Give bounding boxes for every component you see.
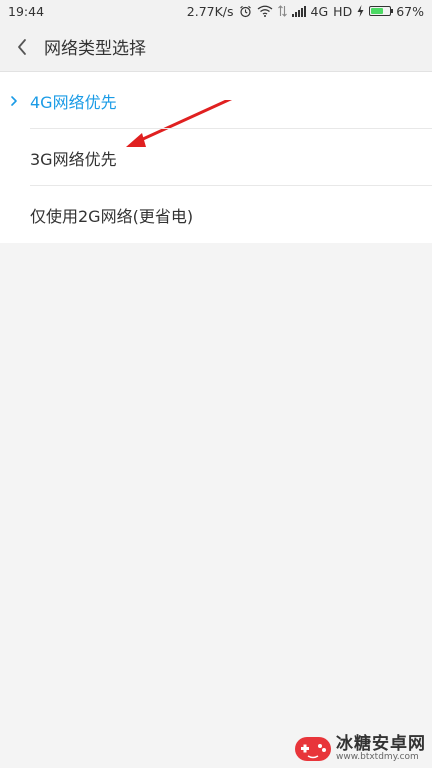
data-transfer-icon <box>277 5 287 17</box>
alarm-icon <box>239 5 251 17</box>
option-3g-preferred[interactable]: 3G网络优先 <box>0 129 432 186</box>
battery-icon <box>369 6 394 16</box>
network-type: 4G <box>310 3 329 19</box>
watermark-url: www.btxtdmy.com <box>336 752 419 763</box>
battery-percent: 67% <box>396 3 424 19</box>
wifi-icon <box>257 5 272 17</box>
option-label: 仅使用2G网络(更省电) <box>30 206 194 226</box>
signal-icon <box>291 5 306 17</box>
selected-chevron-icon <box>11 95 17 106</box>
page-title: 网络类型选择 <box>44 39 146 59</box>
status-time: 19:44 <box>8 3 45 19</box>
status-icons: 2.77K/s 4G HD 67% <box>187 4 424 19</box>
watermark-title: 冰糖安卓网 <box>336 733 426 754</box>
status-bar: 19:44 2.77K/s 4G HD 67% <box>0 0 432 22</box>
gamepad-logo-icon <box>295 737 331 761</box>
hd-indicator: HD <box>333 3 353 19</box>
option-label: 3G网络优先 <box>30 149 117 169</box>
network-speed: 2.77K/s <box>186 3 234 19</box>
watermark: 冰糖安卓网 www.btxtdmy.com <box>294 734 426 764</box>
option-2g-only[interactable]: 仅使用2G网络(更省电) <box>0 186 432 243</box>
back-button[interactable] <box>0 22 44 72</box>
option-label: 4G网络优先 <box>30 92 117 112</box>
battery-fill <box>371 8 384 14</box>
option-4g-preferred[interactable]: 4G网络优先 <box>0 72 432 147</box>
title-bar: 网络类型选择 <box>0 22 432 72</box>
network-type-list: 4G网络优先 3G网络优先 仅使用2G网络(更省电) <box>0 72 432 243</box>
chevron-left-icon <box>18 38 26 55</box>
charging-icon <box>357 5 364 17</box>
